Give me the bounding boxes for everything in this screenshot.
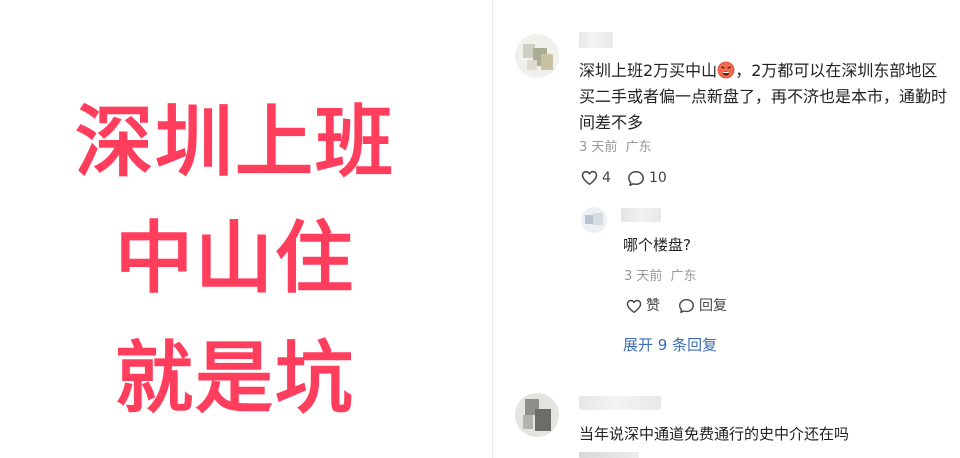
comment-text: 当年说深中通道免费通行的史中介还在吗 bbox=[579, 425, 850, 443]
reply-reply-button[interactable]: 回复 bbox=[678, 297, 727, 315]
expand-replies-link[interactable]: 展开 9 条回复 bbox=[623, 335, 717, 355]
reply-text: 哪个楼盘? bbox=[623, 236, 691, 254]
avatar[interactable] bbox=[515, 393, 559, 437]
reply-like-label: 赞 bbox=[646, 298, 660, 314]
username-blurred[interactable] bbox=[579, 32, 613, 48]
comment-time: 3 天前 bbox=[579, 140, 618, 155]
reply-location: 广东 bbox=[670, 269, 697, 284]
reply-time: 3 天前 bbox=[624, 269, 663, 284]
like-button[interactable]: 4 bbox=[581, 169, 611, 187]
comment-meta-partial bbox=[579, 452, 639, 458]
headline-line-3: 就是坑 bbox=[114, 334, 355, 424]
reply-meta: 3 天前 广东 bbox=[624, 268, 697, 286]
avatar[interactable] bbox=[515, 34, 559, 78]
comment-location: 广东 bbox=[625, 140, 652, 155]
angry-face-icon bbox=[717, 61, 735, 79]
reply-reply-label: 回复 bbox=[699, 298, 727, 314]
comment-meta: 3 天前 广东 bbox=[579, 139, 652, 157]
comments-panel: 深圳上班2万买中山 ，2万都可以在深圳东部地区买二手或者偏一点新盘了，再不济也是本… bbox=[493, 0, 960, 458]
username-blurred[interactable] bbox=[621, 208, 661, 222]
comment-text: 深圳上班2万买中山 ，2万都可以在深圳东部地区买二手或者偏一点新盘了，再不济也是本… bbox=[579, 61, 948, 132]
like-count: 4 bbox=[602, 170, 611, 186]
heart-icon bbox=[626, 299, 642, 313]
avatar[interactable] bbox=[581, 207, 607, 233]
username-blurred[interactable] bbox=[579, 396, 661, 410]
headline-line-1: 深圳上班 bbox=[74, 98, 395, 188]
comment-bubble-icon bbox=[628, 170, 644, 186]
reply-like-button[interactable]: 赞 bbox=[626, 297, 660, 315]
reply-count: 10 bbox=[649, 170, 667, 186]
reply-button[interactable]: 10 bbox=[627, 169, 667, 187]
comment-bubble-icon bbox=[679, 298, 694, 314]
headline-line-2: 中山住 bbox=[114, 214, 355, 304]
heart-icon bbox=[581, 170, 598, 185]
cover-panel: 深圳上班 中山住 就是坑 bbox=[0, 0, 490, 458]
